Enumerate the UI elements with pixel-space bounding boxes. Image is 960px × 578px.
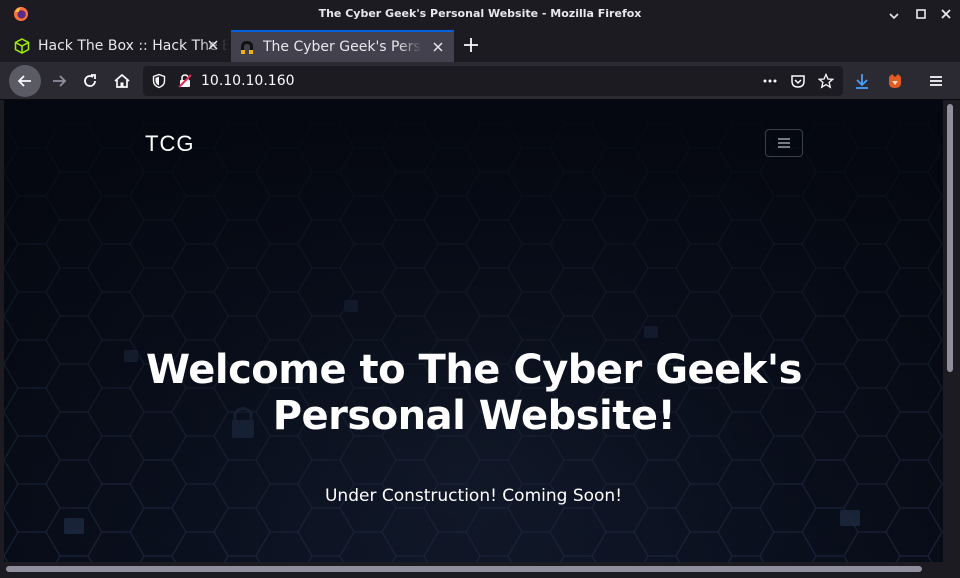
tab-label: Hack The Box :: Hack The Box — [38, 38, 228, 54]
tracking-protection-shield-icon[interactable] — [151, 73, 167, 89]
window-titlebar: The Cyber Geek's Personal Website - Mozi… — [0, 0, 960, 28]
bookmark-star-icon[interactable] — [817, 72, 835, 89]
forward-button[interactable] — [44, 66, 74, 96]
home-icon — [114, 73, 130, 88]
hero-heading: Welcome to The Cyber Geek's Personal Web… — [84, 347, 864, 439]
tab-label: The Cyber Geek's Personal Website — [263, 39, 422, 55]
scrollbar-corner — [943, 562, 960, 578]
foxyproxy-extension-icon — [889, 74, 901, 88]
hero-heading-line: Welcome to The Cyber Geek's — [146, 347, 802, 393]
cyber-geek-favicon-icon — [239, 39, 255, 55]
address-bar[interactable]: 10.10.10.160 — [143, 66, 843, 96]
back-button[interactable] — [9, 65, 41, 97]
url-text: 10.10.10.160 — [201, 73, 295, 89]
hero-subtitle: Under Construction! Coming Soon! — [324, 486, 623, 506]
hamburger-menu-icon — [778, 138, 790, 148]
insecure-connection-lock-icon[interactable] — [177, 73, 193, 89]
hero-heading-line: Personal Website! — [272, 393, 676, 439]
maximize-window-icon[interactable] — [913, 6, 929, 22]
hackthebox-cube-icon — [14, 38, 30, 54]
close-tab-icon[interactable] — [430, 39, 446, 55]
download-arrow-icon — [856, 74, 868, 89]
vertical-scrollbar[interactable] — [943, 100, 960, 562]
minimize-window-icon[interactable] — [886, 6, 902, 22]
forward-arrow-icon — [53, 75, 67, 87]
downloads-button[interactable] — [847, 66, 877, 96]
tab-cyber-geek[interactable]: The Cyber Geek's Personal Website — [231, 30, 454, 62]
app-menu-button[interactable] — [921, 66, 951, 96]
navigation-toolbar: 10.10.10.160 — [0, 62, 960, 100]
close-window-icon[interactable] — [938, 6, 954, 22]
horizontal-scrollbar[interactable] — [0, 562, 943, 578]
home-button[interactable] — [107, 66, 137, 96]
tab-hackthebox[interactable]: Hack The Box :: Hack The Box — [6, 30, 228, 62]
close-tab-icon[interactable] — [205, 37, 221, 53]
reload-button[interactable] — [75, 66, 105, 96]
back-arrow-icon — [17, 75, 31, 87]
reload-icon — [84, 74, 96, 87]
site-brand-logo[interactable]: TCG — [145, 131, 194, 157]
pocket-icon[interactable] — [790, 73, 806, 89]
new-tab-button[interactable] — [462, 36, 480, 54]
window-title: The Cyber Geek's Personal Website - Mozi… — [318, 7, 642, 20]
horizontal-scrollbar-thumb[interactable] — [6, 566, 922, 572]
navbar-toggle-button[interactable] — [765, 129, 803, 157]
page-actions-more-icon[interactable] — [762, 73, 778, 89]
extension-button[interactable] — [880, 66, 910, 96]
vertical-scrollbar-thumb[interactable] — [947, 104, 953, 372]
tab-strip: Hack The Box :: Hack The Box The Cyber G… — [0, 28, 960, 62]
page-content: TCG Welcome to The Cyber Geek's Personal… — [4, 100, 943, 562]
hamburger-menu-icon — [930, 76, 942, 86]
